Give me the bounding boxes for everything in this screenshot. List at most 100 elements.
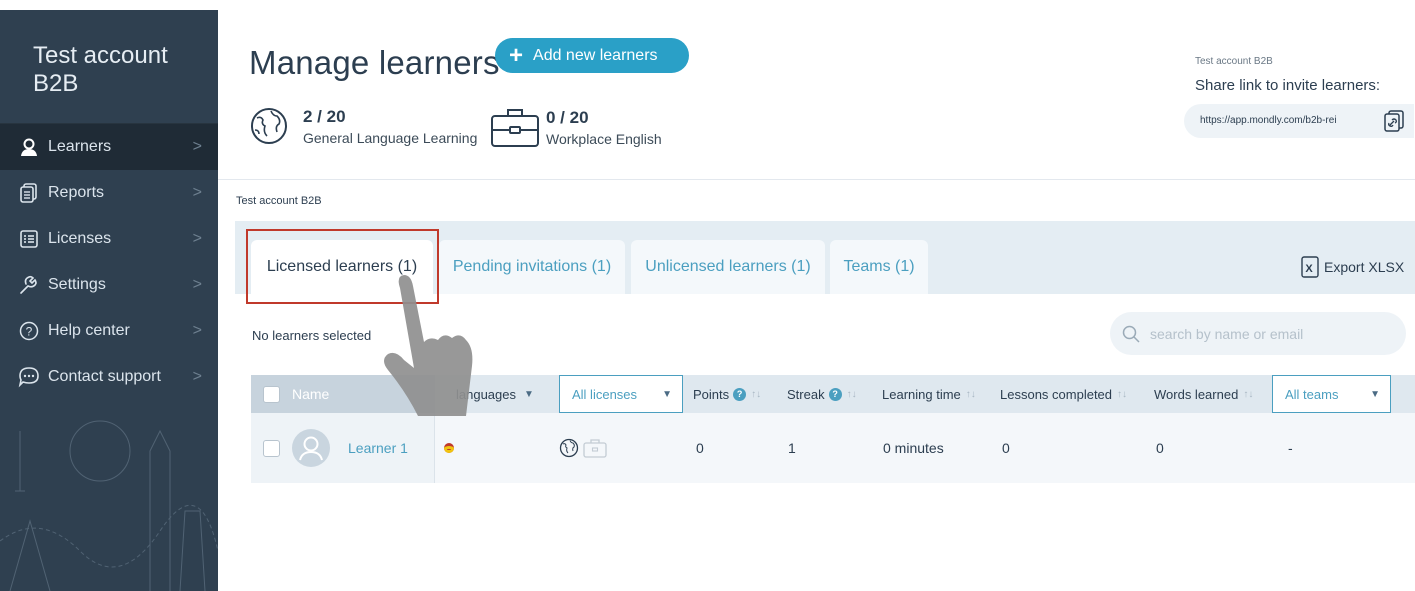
column-learning-time-label: Learning time <box>882 386 961 402</box>
sort-icon[interactable]: ↑↓ <box>847 389 857 400</box>
share-link-title: Share link to invite learners: <box>1195 77 1381 94</box>
column-streak-label: Streak <box>787 386 825 402</box>
account-name: Test account B2B <box>0 10 218 124</box>
table-row[interactable]: Learner 1 0 1 0 minutes 0 0 - <box>251 413 1415 483</box>
sort-icon[interactable]: ↑↓ <box>751 389 761 400</box>
chevron-right-icon: > <box>192 368 202 385</box>
breadcrumb[interactable]: Test account B2B <box>236 195 322 207</box>
search-placeholder: search by name or email <box>1150 325 1304 342</box>
points-cell: 0 <box>696 440 704 456</box>
sidebar-item-label: Reports <box>48 184 105 201</box>
stat-value: 2 / 20 <box>303 106 346 126</box>
team-cell: - <box>1288 440 1293 456</box>
stat-value: 0 / 20 <box>546 107 589 127</box>
search-icon <box>1122 325 1140 343</box>
words-cell: 0 <box>1156 440 1164 456</box>
learner-name-link[interactable]: Learner 1 <box>348 440 408 456</box>
page: Test account B2B Learners > Reports > Li… <box>0 0 1415 591</box>
chevron-right-icon: > <box>192 276 202 293</box>
search-input[interactable]: search by name or email <box>1110 312 1406 355</box>
select-all-checkbox[interactable] <box>263 385 280 403</box>
briefcase-icon <box>583 439 607 458</box>
sort-icon[interactable]: ↑↓ <box>1117 389 1127 400</box>
briefcase-icon <box>491 109 539 147</box>
licenses-filter[interactable]: All licenses ▼ <box>559 375 683 413</box>
spain-flag-icon <box>444 443 454 453</box>
sidebar-item-label: Contact support <box>48 368 161 385</box>
sort-icon[interactable]: ↑↓ <box>1243 389 1253 400</box>
globe-icon <box>251 108 287 144</box>
sidebar-nav: Learners > Reports > Licenses > Settings… <box>0 124 218 400</box>
sort-icon[interactable]: ↑↓ <box>966 389 976 400</box>
selection-status: No learners selected <box>252 328 372 343</box>
sidebar-item-label: Help center <box>48 322 130 339</box>
plus-icon: + <box>509 41 524 69</box>
chevron-right-icon: > <box>192 322 202 339</box>
export-label: Export XLSX <box>1324 259 1405 275</box>
licenses-icon <box>18 228 40 250</box>
sidebar-item-help-center[interactable]: ? Help center > <box>0 308 218 354</box>
chevron-right-icon: > <box>192 184 202 201</box>
user-icon <box>18 136 40 158</box>
row-checkbox[interactable] <box>263 439 280 457</box>
share-link-field[interactable]: https://app.mondly.com/b2b-rei <box>1184 104 1414 138</box>
column-lessons-completed[interactable]: Lessons completed ↑↓ <box>1000 375 1127 413</box>
license-stat-general: 2 / 20 General Language Learning <box>249 106 477 146</box>
sidebar-item-reports[interactable]: Reports > <box>0 170 218 216</box>
settings-icon <box>18 274 40 296</box>
teams-filter[interactable]: All teams ▼ <box>1272 375 1391 413</box>
column-learning-time[interactable]: Learning time ↑↓ <box>882 375 976 413</box>
sidebar-item-label: Licenses <box>48 230 112 247</box>
chevron-down-icon: ▼ <box>1370 388 1380 400</box>
column-streak[interactable]: Streak ? ↑↓ <box>787 375 857 413</box>
column-lessons-label: Lessons completed <box>1000 386 1113 402</box>
help-icon: ? <box>18 320 40 342</box>
avatar <box>292 429 330 467</box>
user-avatar-icon <box>293 430 329 466</box>
column-name-label: Name <box>292 386 330 402</box>
column-words-learned[interactable]: Words learned ↑↓ <box>1154 375 1253 413</box>
reports-icon <box>18 182 40 204</box>
share-link-url: https://app.mondly.com/b2b-rei <box>1200 115 1337 126</box>
column-points-label: Points <box>693 386 730 402</box>
page-header: Manage learners + Add new learners 2 / 2… <box>218 10 1415 180</box>
streak-cell: 1 <box>788 440 796 456</box>
info-icon[interactable]: ? <box>828 387 842 401</box>
tab-unlicensed-learners[interactable]: Unlicensed learners (1) <box>631 240 825 294</box>
sidebar-item-learners[interactable]: Learners > <box>0 124 218 170</box>
stat-label: General Language Learning <box>303 129 478 146</box>
sidebar-item-licenses[interactable]: Licenses > <box>0 216 218 262</box>
excel-icon: X <box>1301 256 1319 278</box>
chevron-down-icon: ▼ <box>662 388 672 400</box>
svg-text:?: ? <box>26 325 33 339</box>
sidebar-item-label: Settings <box>48 276 106 293</box>
license-stat-workplace: 0 / 20 Workplace English <box>490 106 662 148</box>
copy-link-icon[interactable] <box>1382 109 1406 133</box>
chevron-down-icon: ▼ <box>524 388 534 400</box>
licenses-cell <box>559 413 607 483</box>
tab-teams[interactable]: Teams (1) <box>830 240 928 294</box>
pointing-hand-icon <box>384 275 473 416</box>
add-button-label: Add new learners <box>533 46 658 64</box>
export-xlsx-button[interactable]: X Export XLSX <box>1300 256 1404 278</box>
licenses-filter-label: All licenses <box>572 386 638 402</box>
learning-time-cell: 0 minutes <box>883 440 944 456</box>
teams-filter-label: All teams <box>1285 386 1339 402</box>
globe-icon <box>559 438 579 458</box>
chevron-right-icon: > <box>192 230 202 247</box>
stat-label: Workplace English <box>546 130 662 147</box>
page-title: Manage learners <box>249 44 500 81</box>
city-illustration <box>0 420 218 591</box>
add-new-learners-button[interactable]: + Add new learners <box>495 38 689 73</box>
chat-icon <box>18 366 40 388</box>
learner-cell: Learner 1 <box>251 413 435 483</box>
chevron-right-icon: > <box>192 138 202 155</box>
column-words-label: Words learned <box>1154 386 1239 402</box>
sidebar-item-settings[interactable]: Settings > <box>0 262 218 308</box>
column-points[interactable]: Points ? ↑↓ <box>693 375 761 413</box>
language-cell <box>444 413 454 483</box>
lessons-cell: 0 <box>1002 440 1010 456</box>
share-account-name: Test account B2B <box>1195 56 1273 67</box>
info-icon[interactable]: ? <box>733 387 747 401</box>
sidebar-item-label: Learners <box>48 138 112 155</box>
